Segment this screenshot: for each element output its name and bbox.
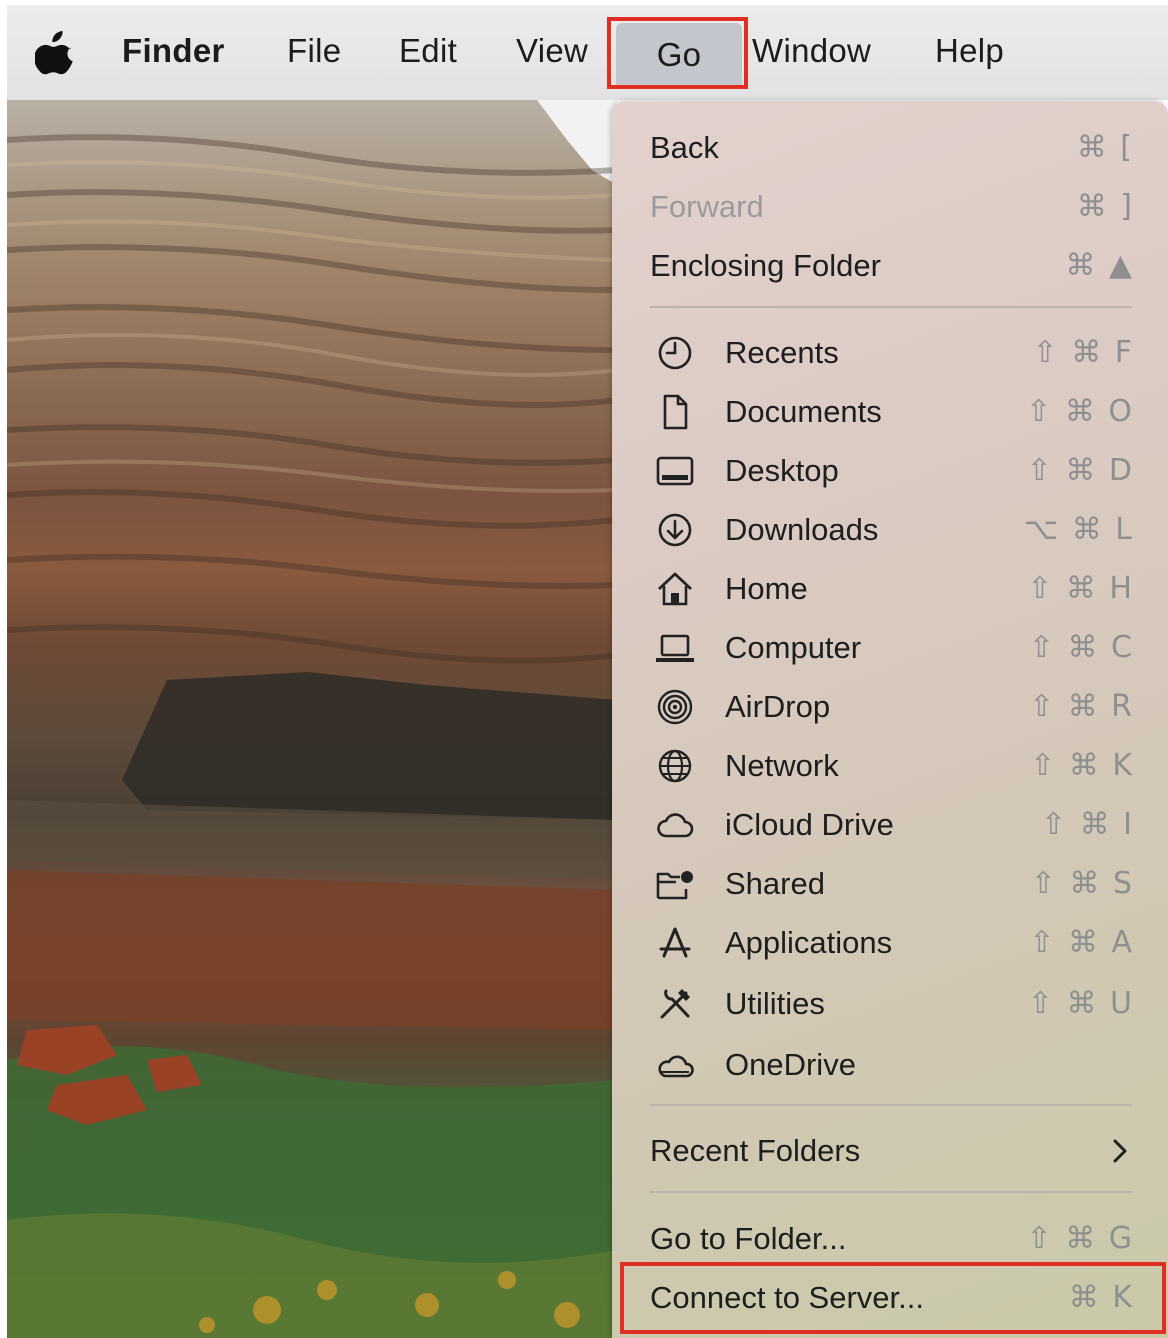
menu-item-onedrive[interactable]: OneDrive [612,1035,1168,1093]
go-menu-dropdown: Back ⌘ [ Forward ⌘ ] Enclosing Folder ⌘ … [612,101,1168,1338]
menu-item-label: Connect to Server... [650,1280,924,1315]
menu-finder[interactable]: Finder [122,5,225,100]
menu-item-shared[interactable]: Shared ⇧ ⌘ S [612,854,1168,912]
keyboard-shortcut: ⇧ ⌘ G [1026,1221,1134,1256]
keyboard-shortcut: ⇧ ⌘ H [1027,571,1134,606]
menu-separator [650,1104,1132,1106]
keyboard-shortcut: ⇧ ⌘ D [1026,453,1134,488]
menu-item-forward: Forward ⌘ ] [612,177,1168,235]
menu-help[interactable]: Help [935,5,1004,100]
menu-item-label: Forward [650,189,764,224]
keyboard-shortcut: ⇧ ⌘ K [1030,748,1134,783]
menu-item-label: Desktop [725,453,839,488]
menu-item-label: OneDrive [725,1047,856,1082]
cloud-icon [657,813,694,838]
tools-icon [660,989,690,1019]
menu-item-label: Computer [725,630,862,665]
menu-item-label: Utilities [725,986,825,1021]
keyboard-shortcut: ⇧ ⌘ R [1028,689,1134,724]
clock-icon [658,336,692,370]
keyboard-shortcut: ⇧ ⌘ U [1027,986,1134,1021]
menu-item-home[interactable]: Home ⇧ ⌘ H [612,559,1168,617]
menu-item-label: Home [725,571,808,606]
desktop-icon [656,456,694,486]
keyboard-shortcut: ⇧ ⌘ A [1029,925,1134,960]
keyboard-shortcut: ⇧ ⌘ O [1026,394,1134,429]
menu-item-label: AirDrop [725,689,831,724]
airdrop-icon [657,689,693,725]
applications-icon [659,927,691,958]
keyboard-shortcut: ⌥ ⌘ L [1023,512,1134,547]
menu-item-applications[interactable]: Applications ⇧ ⌘ A [612,913,1168,971]
shared-folder-icon [656,871,693,900]
keyboard-shortcut: ⌘ ] [1076,189,1134,224]
menu-item-back[interactable]: Back ⌘ [ [612,118,1168,176]
menu-item-airdrop[interactable]: AirDrop ⇧ ⌘ R [612,677,1168,735]
menu-item-label: Recents [725,335,839,370]
menu-item-label: Downloads [725,512,879,547]
keyboard-shortcut: ⇧ ⌘ S [1030,866,1134,901]
menu-window[interactable]: Window [752,5,871,100]
menu-item-network[interactable]: Network ⇧ ⌘ K [612,736,1168,794]
menu-item-desktop[interactable]: Desktop ⇧ ⌘ D [612,441,1168,499]
menu-item-label: Shared [725,866,825,901]
menu-item-recent-folders[interactable]: Recent Folders [612,1121,1168,1179]
menu-view[interactable]: View [516,5,588,100]
menu-item-utilities[interactable]: Utilities ⇧ ⌘ U [612,974,1168,1032]
menu-item-go-to-folder[interactable]: Go to Folder... ⇧ ⌘ G [612,1209,1168,1267]
menu-item-label: iCloud Drive [725,807,894,842]
home-icon [658,572,692,606]
menu-edit[interactable]: Edit [399,5,457,100]
menu-go[interactable]: Go [616,23,742,89]
chevron-right-icon [1113,1139,1127,1163]
menu-item-label: Recent Folders [650,1133,861,1168]
menu-item-recents[interactable]: Recents ⇧ ⌘ F [612,323,1168,381]
menu-item-connect-to-server[interactable]: Connect to Server... ⌘ K [612,1268,1168,1326]
menu-item-documents[interactable]: Documents ⇧ ⌘ O [612,382,1168,440]
menu-item-label: Documents [725,394,882,429]
onedrive-cloud-icon [658,1055,694,1078]
keyboard-shortcut: ⇧ ⌘ F [1032,335,1134,370]
download-icon [658,513,692,547]
menu-item-enclosing-folder[interactable]: Enclosing Folder ⌘ ▲ [612,236,1168,294]
menu-item-label: Applications [725,925,893,960]
menu-item-downloads[interactable]: Downloads ⌥ ⌘ L [612,500,1168,558]
menu-file[interactable]: File [287,5,341,100]
globe-icon [658,749,692,783]
keyboard-shortcut: ⇧ ⌘ C [1028,630,1134,665]
menu-item-icloud-drive[interactable]: iCloud Drive ⇧ ⌘ I [612,795,1168,853]
menu-separator [650,1191,1132,1193]
menu-item-label: Network [725,748,839,783]
menu-item-label: Go to Folder... [650,1221,847,1256]
desktop-wallpaper [7,100,617,1338]
menu-bar: Finder File Edit View Go Window Help [7,5,1168,100]
menu-item-label: Enclosing Folder [650,248,881,283]
menu-item-label: Back [650,130,719,165]
keyboard-shortcut: ⇧ ⌘ I [1040,807,1134,842]
keyboard-shortcut: ⌘ K [1068,1280,1134,1315]
apple-logo-icon[interactable] [35,31,75,79]
menu-separator [650,306,1132,308]
menu-item-computer[interactable]: Computer ⇧ ⌘ C [612,618,1168,676]
keyboard-shortcut: ⌘ [ [1076,130,1134,165]
document-icon [663,394,688,430]
canyon-landscape-image [7,100,617,1338]
laptop-icon [656,634,694,662]
keyboard-shortcut: ⌘ ▲ [1065,248,1134,283]
